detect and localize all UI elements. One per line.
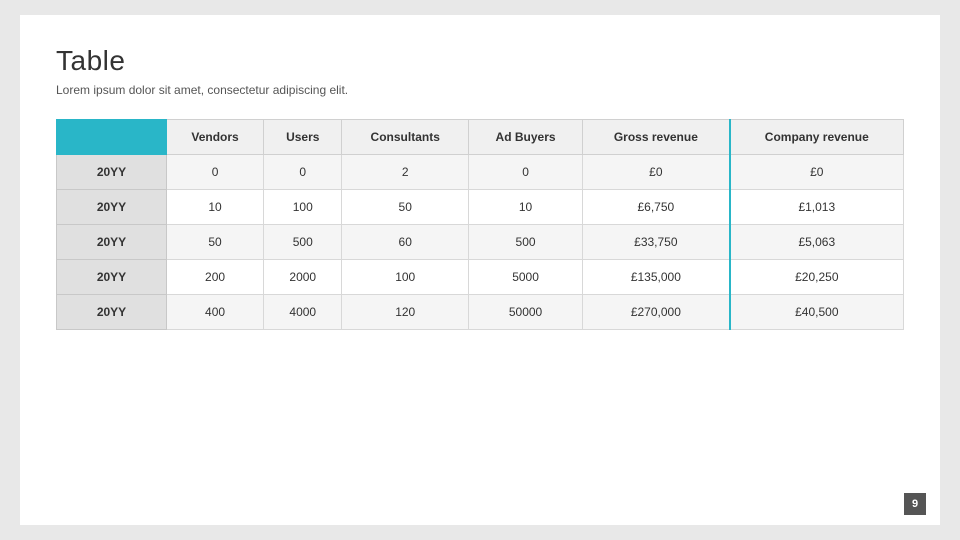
table-cell: 50 [342, 190, 469, 225]
data-table: Vendors Users Consultants Ad Buyers Gros… [56, 119, 904, 330]
cell-year: 20YY [57, 225, 167, 260]
table-cell: 50 [167, 225, 264, 260]
table-cell: 60 [342, 225, 469, 260]
col-header-year [57, 120, 167, 155]
table-cell: 2 [342, 155, 469, 190]
table-cell: £0 [730, 155, 904, 190]
cell-year: 20YY [57, 260, 167, 295]
table-cell: £270,000 [583, 295, 730, 330]
table-cell: 120 [342, 295, 469, 330]
table-cell: £20,250 [730, 260, 904, 295]
table-cell: 500 [264, 225, 342, 260]
table-header-row: Vendors Users Consultants Ad Buyers Gros… [57, 120, 904, 155]
table-cell: £6,750 [583, 190, 730, 225]
table-cell: £33,750 [583, 225, 730, 260]
slide: Table Lorem ipsum dolor sit amet, consec… [20, 15, 940, 525]
table-cell: £40,500 [730, 295, 904, 330]
table-row: 20YY20020001005000£135,000£20,250 [57, 260, 904, 295]
table-cell: 400 [167, 295, 264, 330]
table-cell: £5,063 [730, 225, 904, 260]
col-header-company-revenue: Company revenue [730, 120, 904, 155]
table-row: 20YY0020£0£0 [57, 155, 904, 190]
table-cell: 50000 [469, 295, 583, 330]
page-subtitle: Lorem ipsum dolor sit amet, consectetur … [56, 83, 904, 97]
table-row: 20YY101005010£6,750£1,013 [57, 190, 904, 225]
col-header-gross-revenue: Gross revenue [583, 120, 730, 155]
table-cell: 5000 [469, 260, 583, 295]
table-cell: 0 [167, 155, 264, 190]
table-cell: 500 [469, 225, 583, 260]
col-header-adbuyers: Ad Buyers [469, 120, 583, 155]
table-cell: 100 [342, 260, 469, 295]
table-cell: £0 [583, 155, 730, 190]
page-title: Table [56, 45, 904, 77]
table-cell: 100 [264, 190, 342, 225]
table-cell: 2000 [264, 260, 342, 295]
col-header-vendors: Vendors [167, 120, 264, 155]
page-number: 9 [904, 493, 926, 515]
table-cell: 200 [167, 260, 264, 295]
cell-year: 20YY [57, 190, 167, 225]
table-row: 20YY400400012050000£270,000£40,500 [57, 295, 904, 330]
col-header-users: Users [264, 120, 342, 155]
table-cell: 0 [264, 155, 342, 190]
table-cell: £1,013 [730, 190, 904, 225]
cell-year: 20YY [57, 155, 167, 190]
col-header-consultants: Consultants [342, 120, 469, 155]
table-cell: 0 [469, 155, 583, 190]
table-cell: £135,000 [583, 260, 730, 295]
table-cell: 4000 [264, 295, 342, 330]
table-row: 20YY5050060500£33,750£5,063 [57, 225, 904, 260]
table-cell: 10 [167, 190, 264, 225]
table-cell: 10 [469, 190, 583, 225]
cell-year: 20YY [57, 295, 167, 330]
